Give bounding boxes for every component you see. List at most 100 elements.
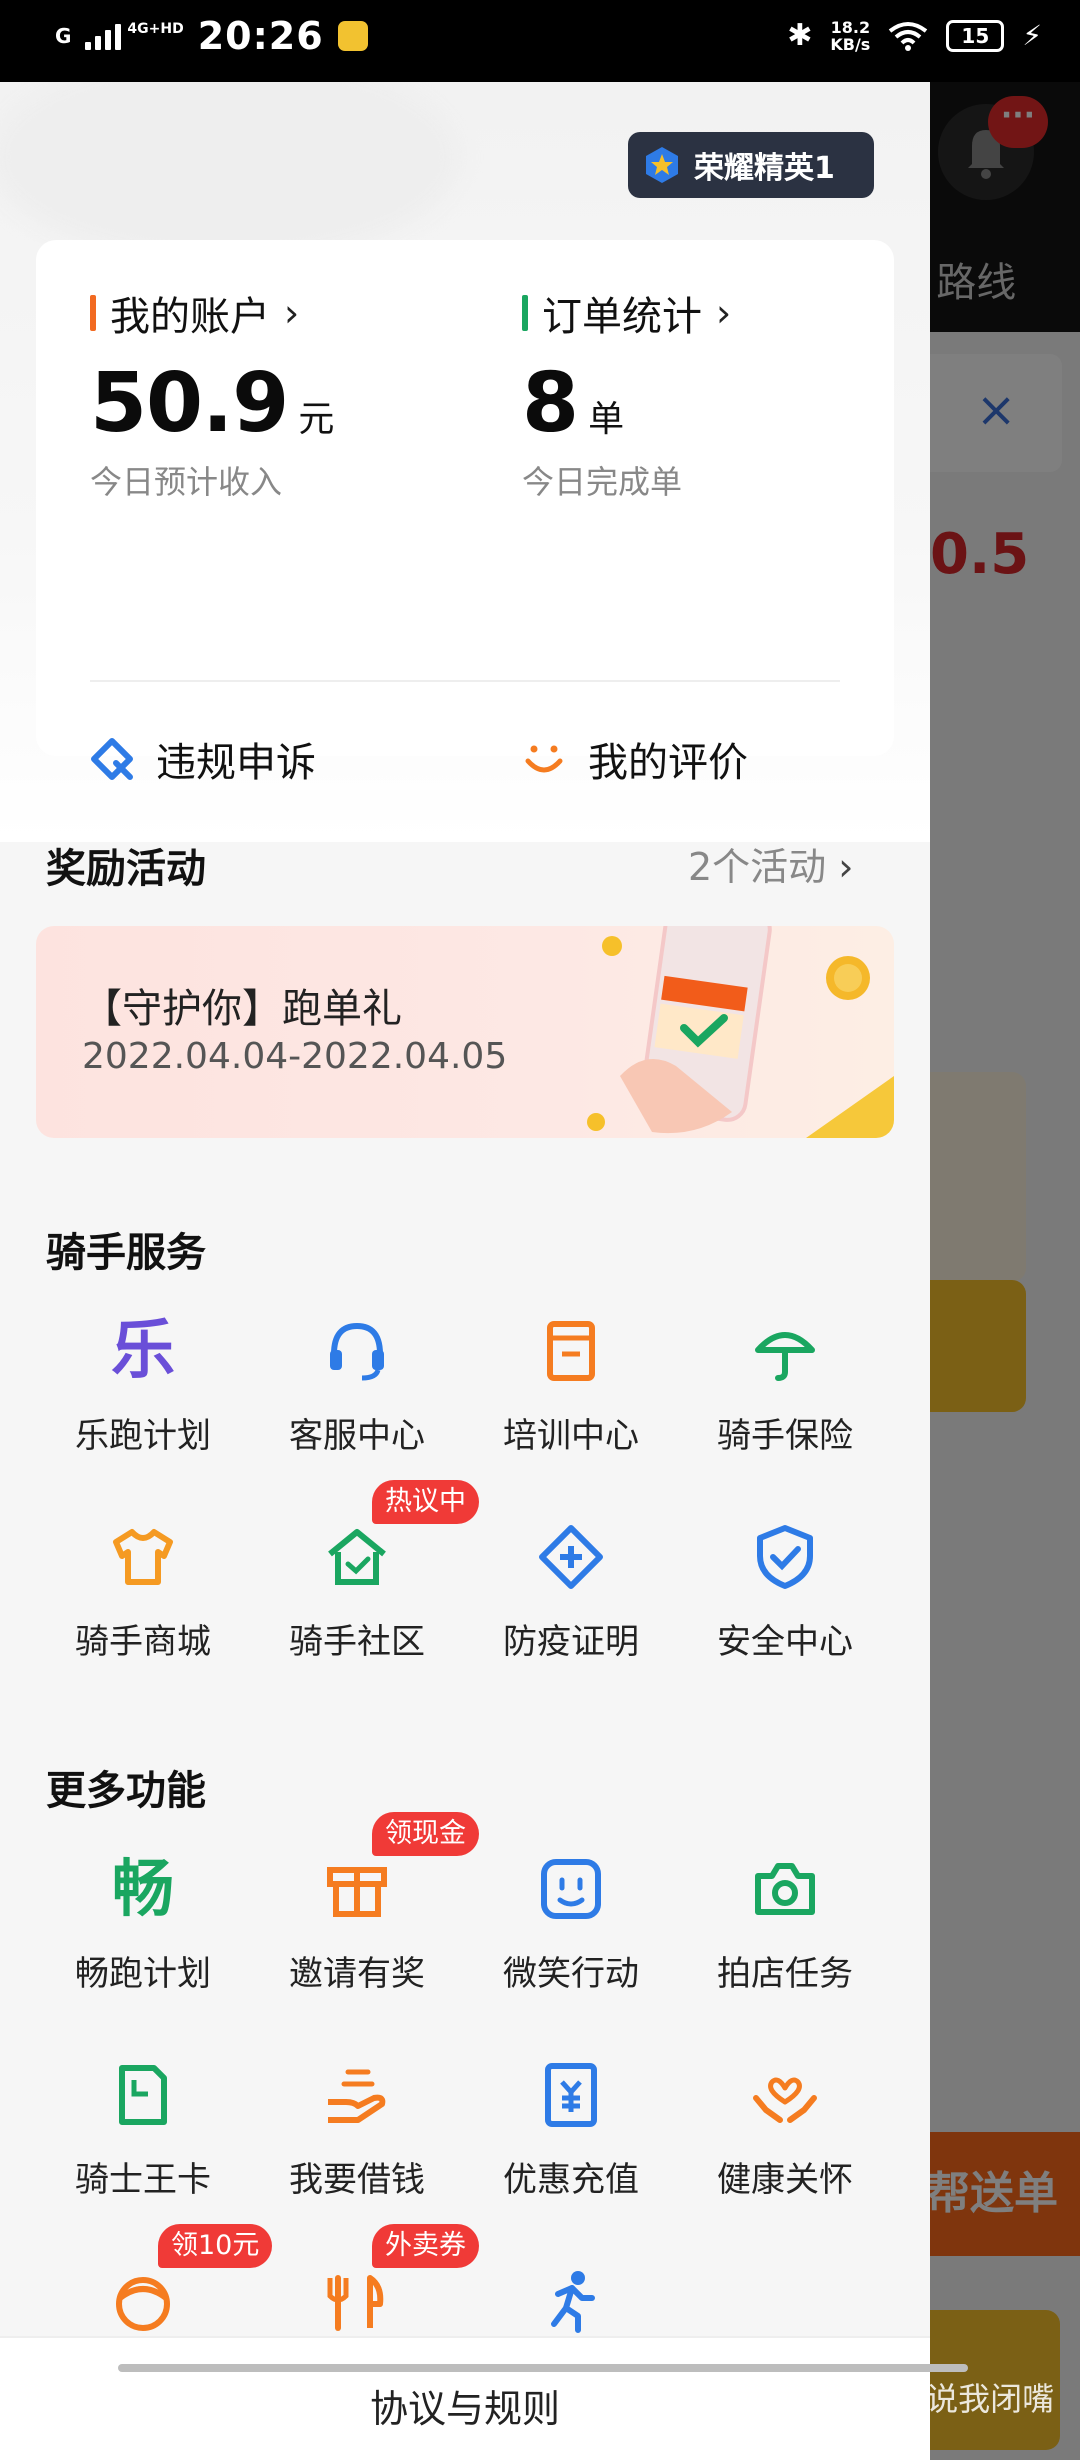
feature-invite-reward[interactable]: 领现金 邀请有奖 (250, 1812, 479, 2022)
orders-value: 8 (522, 356, 579, 451)
orders-subtitle: 今日完成单 (522, 463, 683, 501)
account-stat[interactable]: 我的账户 › 50.9 元 今日预计收入 (90, 284, 334, 503)
watermark: 知乎 @我不说我闭嘴 (756, 2380, 1055, 2418)
more-features-title: 更多功能 (46, 1768, 206, 1814)
chang-run-icon: 畅 (111, 1852, 174, 1925)
rider-services-title: 骑手服务 (46, 1230, 206, 1276)
heart-hands-icon (753, 2077, 817, 2123)
rewards-count: 2个活动 (688, 845, 827, 889)
account-value: 50.9 (90, 356, 289, 451)
smile-face-icon (541, 1859, 601, 1919)
feature-chang-run[interactable]: 畅 畅跑计划 (36, 1816, 250, 2022)
chevron-right-icon: › (716, 291, 732, 335)
summary-card: 我的账户 › 50.9 元 今日预计收入 订单统计 › 8单 今日完成单 违规申… (36, 240, 894, 786)
network-speed: 18.2 KB/s (830, 17, 871, 54)
appeal-icon (91, 738, 133, 780)
le-run-icon: 乐 (111, 1314, 175, 1388)
chevron-right-icon: › (838, 845, 854, 889)
shield-check-icon (757, 1525, 813, 1589)
divider (90, 680, 840, 682)
star-shield-icon (646, 147, 678, 183)
smile-icon (525, 745, 563, 773)
headset-icon (330, 1322, 384, 1381)
app-notification-icon (337, 21, 368, 51)
fork-knife-icon (327, 2275, 384, 2331)
reward-banner[interactable]: 【守护你】跑单礼 2022.04.04-2022.04.05 (36, 926, 894, 1138)
account-unit: 元 (298, 399, 335, 440)
account-subtitle: 今日预计收入 (90, 463, 283, 501)
status-bar: G 4G+HD 20:26 ✱ 18.2 KB/s 15 ⚡ (0, 0, 1080, 82)
banner-date: 2022.04.04-2022.04.05 (82, 1036, 508, 1077)
phone-in-hand-illustration (587, 926, 894, 1138)
feature-health-care[interactable]: 健康关怀 (678, 2022, 892, 2228)
gift-box-icon (327, 1867, 387, 1917)
feature-knight-king-card[interactable]: 骑士王卡 (36, 2022, 250, 2228)
battery-icon: 15 (946, 19, 1005, 52)
service-rider-community[interactable]: 热议中 骑手社区 (250, 1480, 479, 1690)
rewards-title: 奖励活动 (46, 846, 206, 892)
training-book-icon (547, 1321, 595, 1381)
my-review-label: 我的评价 (588, 740, 748, 786)
cash-tag: 领现金 (372, 1812, 479, 1856)
coupon-tag: 外卖券 (372, 2224, 479, 2268)
feature-label: 骑士王卡 (75, 2160, 211, 2200)
signal-icon (85, 22, 122, 50)
level-badge[interactable]: 荣耀精英1 (628, 132, 874, 198)
sim-card-icon (119, 2065, 167, 2125)
recharge-card-icon (545, 2063, 597, 2127)
rewards-more-link[interactable]: 2个活动 › (688, 836, 853, 891)
service-label: 安全中心 (717, 1622, 853, 1662)
service-rider-insurance[interactable]: 骑手保险 (678, 1278, 892, 1484)
feature-label: 我要借钱 (289, 2160, 425, 2200)
account-title: 我的账户 (110, 294, 270, 340)
wifi-icon (889, 21, 928, 51)
feature-borrow-money[interactable]: 我要借钱 (250, 2022, 464, 2228)
feature-label: 拍店任务 (717, 1954, 853, 1994)
feature-label: 邀请有奖 (289, 1954, 425, 1994)
side-drawer: 荣耀精英1 我的账户 › 50.9 元 今日预计收入 订单统计 › 8单 今日完成… (0, 82, 930, 2460)
service-customer-center[interactable]: 客服中心 (250, 1278, 464, 1484)
feature-label: 优惠充值 (503, 2160, 639, 2200)
status-time: 20:26 (197, 14, 324, 58)
tshirt-icon (113, 1529, 173, 1585)
feature-smile-action[interactable]: 微笑行动 (464, 1816, 678, 2022)
service-label: 培训中心 (503, 1416, 639, 1456)
home-indicator[interactable] (118, 2364, 968, 2372)
my-review-link[interactable]: 我的评价 (522, 730, 748, 788)
hot-tag: 热议中 (372, 1480, 479, 1524)
appeal-label: 违规申诉 (156, 740, 316, 786)
service-training-center[interactable]: 培训中心 (464, 1278, 678, 1484)
orders-unit: 单 (588, 399, 625, 440)
medical-diamond-icon (539, 1525, 603, 1589)
community-house-icon (328, 1529, 386, 1585)
charging-icon: ⚡ (1022, 19, 1042, 52)
service-rider-mall[interactable]: 骑手商城 (36, 1484, 250, 1690)
feature-discount-recharge[interactable]: 优惠充值 (464, 2022, 678, 2228)
rider-face-icon (116, 2277, 170, 2331)
umbrella-icon (755, 1332, 815, 1381)
accent-bar (90, 295, 96, 331)
feature-label: 健康关怀 (717, 2160, 853, 2200)
service-safety-center[interactable]: 安全中心 (678, 1484, 892, 1690)
service-le-run[interactable]: 乐 乐跑计划 (36, 1278, 250, 1484)
hand-money-icon (328, 2069, 386, 2123)
feature-label: 畅跑计划 (75, 1954, 211, 1994)
feature-label: 微笑行动 (503, 1954, 639, 1994)
orders-title: 订单统计 (542, 294, 702, 340)
network-type: 4G+HD (127, 21, 184, 37)
network-indicator: G (55, 24, 72, 48)
accent-bar (522, 295, 528, 331)
camera-icon (755, 1863, 815, 1915)
service-label: 乐跑计划 (75, 1416, 211, 1456)
appeal-link[interactable]: 违规申诉 (90, 730, 316, 788)
running-person-icon (551, 2271, 595, 2333)
service-label: 骑手保险 (717, 1416, 853, 1456)
feature-store-photo-task[interactable]: 拍店任务 (678, 1816, 892, 2022)
service-label: 骑手社区 (289, 1622, 425, 1662)
service-label: 骑手商城 (75, 1622, 211, 1662)
service-epidemic-proof[interactable]: 防疫证明 (464, 1484, 678, 1690)
service-label: 客服中心 (289, 1416, 425, 1456)
bluetooth-icon: ✱ (787, 18, 813, 53)
rider-services-grid: 乐 乐跑计划 客服中心 培训中心 骑手保险 骑手商城 热议中 骑手社区 防疫证明… (36, 1278, 894, 1690)
order-stat[interactable]: 订单统计 › 8单 今日完成单 (522, 284, 731, 503)
